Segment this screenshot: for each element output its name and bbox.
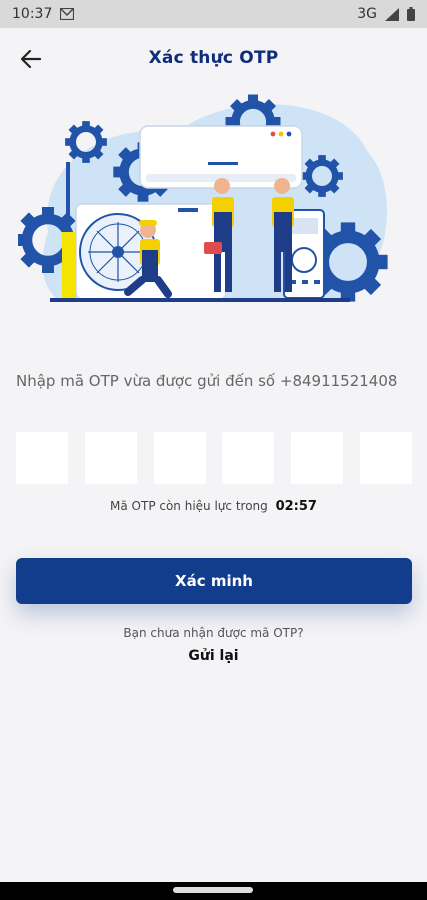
home-indicator[interactable]	[173, 887, 253, 893]
gear-icon-small	[65, 121, 107, 163]
otp-timer: Mã OTP còn hiệu lực trong 02:57	[0, 499, 427, 514]
network-type: 3G	[357, 6, 377, 22]
back-button[interactable]	[14, 44, 48, 74]
hero-illustration	[18, 82, 410, 314]
signal-icon	[385, 7, 399, 21]
otp-instruction: Nhập mã OTP vừa được gửi đến số +8491152…	[16, 372, 398, 390]
verify-button[interactable]: Xác minh	[16, 558, 412, 604]
resend-button[interactable]: Gửi lại	[0, 648, 427, 664]
status-right: 3G	[357, 6, 415, 22]
status-time: 10:37	[12, 6, 53, 22]
otp-digit-4[interactable]	[222, 432, 275, 484]
gmail-icon	[60, 8, 75, 20]
otp-digit-5[interactable]	[291, 432, 344, 484]
status-bar: 10:37 3G	[0, 0, 427, 28]
otp-digit-1[interactable]	[16, 432, 68, 484]
otp-digit-3[interactable]	[153, 432, 206, 484]
app-header: Xác thực OTP	[0, 40, 427, 76]
otp-countdown: 02:57	[275, 499, 317, 514]
arrow-left-icon	[21, 50, 41, 68]
otp-digit-6[interactable]	[359, 432, 412, 484]
otp-digit-2[interactable]	[84, 432, 137, 484]
page-title: Xác thực OTP	[148, 48, 279, 68]
battery-icon	[407, 7, 415, 21]
status-left: 10:37	[12, 6, 75, 22]
otp-input-group	[16, 432, 412, 484]
otp-timer-label: Mã OTP còn hiệu lực trong	[110, 499, 268, 513]
system-nav-bar	[0, 882, 427, 900]
resend-prompt: Bạn chưa nhận được mã OTP?	[123, 626, 304, 640]
